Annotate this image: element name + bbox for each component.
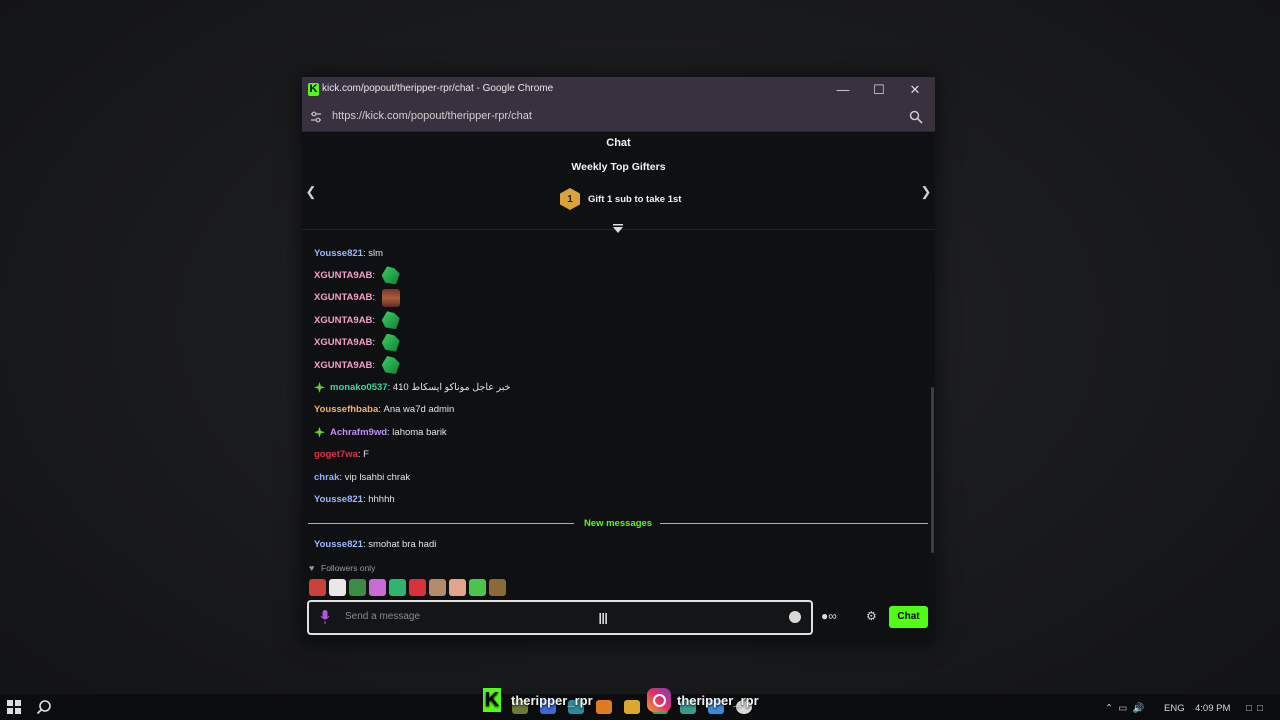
url-text[interactable]: https://kick.com/popout/theripper-rpr/ch… [332, 110, 532, 122]
emote-slot[interactable] [329, 579, 346, 596]
top-gifters-panel: Weekly Top Gifters ❮ ❯ 1 Gift 1 sub to t… [302, 155, 935, 230]
instagram-handle: theripper_rpr [677, 692, 759, 708]
heart-icon: ♥ [309, 562, 315, 573]
zoom-icon[interactable] [909, 110, 923, 124]
kick-favicon-icon: K [308, 83, 319, 96]
clock[interactable]: 4:09 PM [1195, 703, 1230, 714]
emote-slot[interactable] [409, 579, 426, 596]
recent-emotes-bar [309, 579, 506, 597]
kick-handle: theripper_rpr [511, 692, 593, 708]
minimize-icon[interactable]: — [832, 81, 854, 99]
emote-slot[interactable] [429, 579, 446, 596]
kick-handle-overlay: K theripper_rpr [483, 686, 593, 714]
chat-message-text: smohat bra hadi [368, 538, 437, 550]
gear-icon[interactable]: ⚙ [866, 609, 877, 623]
instagram-logo-icon [647, 688, 671, 712]
send-chat-button[interactable]: Chat [889, 606, 928, 628]
top-gifters-title: Weekly Top Gifters [571, 161, 666, 173]
kick-logo-icon: K [483, 688, 501, 712]
windows-start-icon[interactable] [7, 700, 21, 714]
window-title: kick.com/popout/theripper-rpr/chat - Goo… [322, 83, 554, 94]
chat-messages-new: Yousse821: smohat bra hadi [302, 237, 930, 559]
emote-slot[interactable] [349, 579, 366, 596]
site-settings-icon[interactable] [310, 111, 322, 123]
chat-username[interactable]: Yousse821 [314, 539, 363, 550]
emote-slot[interactable] [489, 579, 506, 596]
emote-slot[interactable] [389, 579, 406, 596]
text-cursor-icon: Ⅲ [598, 611, 609, 628]
chrome-popup-window: K kick.com/popout/theripper-rpr/chat - G… [302, 77, 935, 643]
gift-cta[interactable]: 1 Gift 1 sub to take 1st [560, 188, 681, 210]
language-indicator[interactable]: ENG [1164, 703, 1185, 714]
chat-scrollbar[interactable] [931, 387, 934, 553]
followers-only-label: Followers only [321, 563, 376, 573]
taskbar-app-icon[interactable] [596, 700, 612, 714]
chat-input-placeholder: Send a message [345, 611, 421, 622]
tray-icons[interactable]: ⌃ ▭ 🔊 [1105, 703, 1144, 714]
emoji-picker-icon[interactable] [789, 611, 801, 623]
collapse-gifters-icon[interactable] [612, 223, 624, 235]
emote-slot[interactable] [369, 579, 386, 596]
microphone-icon[interactable] [320, 610, 330, 624]
address-bar[interactable]: https://kick.com/popout/theripper-rpr/ch… [302, 103, 935, 132]
chat-message: Yousse821: smohat bra hadi [314, 535, 436, 553]
kick-points-icon[interactable]: ●∞ [821, 609, 837, 623]
chat-header: Chat [606, 137, 631, 149]
taskbar-app-icon[interactable] [624, 700, 640, 714]
chat-input[interactable]: Send a message Ⅲ [307, 600, 813, 635]
notifications-icon[interactable]: □ □ [1246, 703, 1263, 714]
chevron-left-icon[interactable]: ❮ [304, 185, 318, 199]
emote-slot[interactable] [309, 579, 326, 596]
gift-cta-text: Gift 1 sub to take 1st [588, 193, 682, 205]
emote-slot[interactable] [449, 579, 466, 596]
close-icon[interactable]: ✕ [904, 81, 926, 99]
emote-slot[interactable] [469, 579, 486, 596]
title-bar: K kick.com/popout/theripper-rpr/chat - G… [302, 77, 935, 103]
search-icon[interactable] [36, 699, 52, 715]
chevron-right-icon[interactable]: ❯ [919, 185, 933, 199]
followers-only-notice: ♥ Followers only [309, 563, 375, 573]
instagram-handle-overlay: theripper_rpr [647, 686, 759, 714]
rank-badge: 1 [560, 188, 580, 210]
maximize-icon[interactable]: ☐ [868, 81, 890, 99]
